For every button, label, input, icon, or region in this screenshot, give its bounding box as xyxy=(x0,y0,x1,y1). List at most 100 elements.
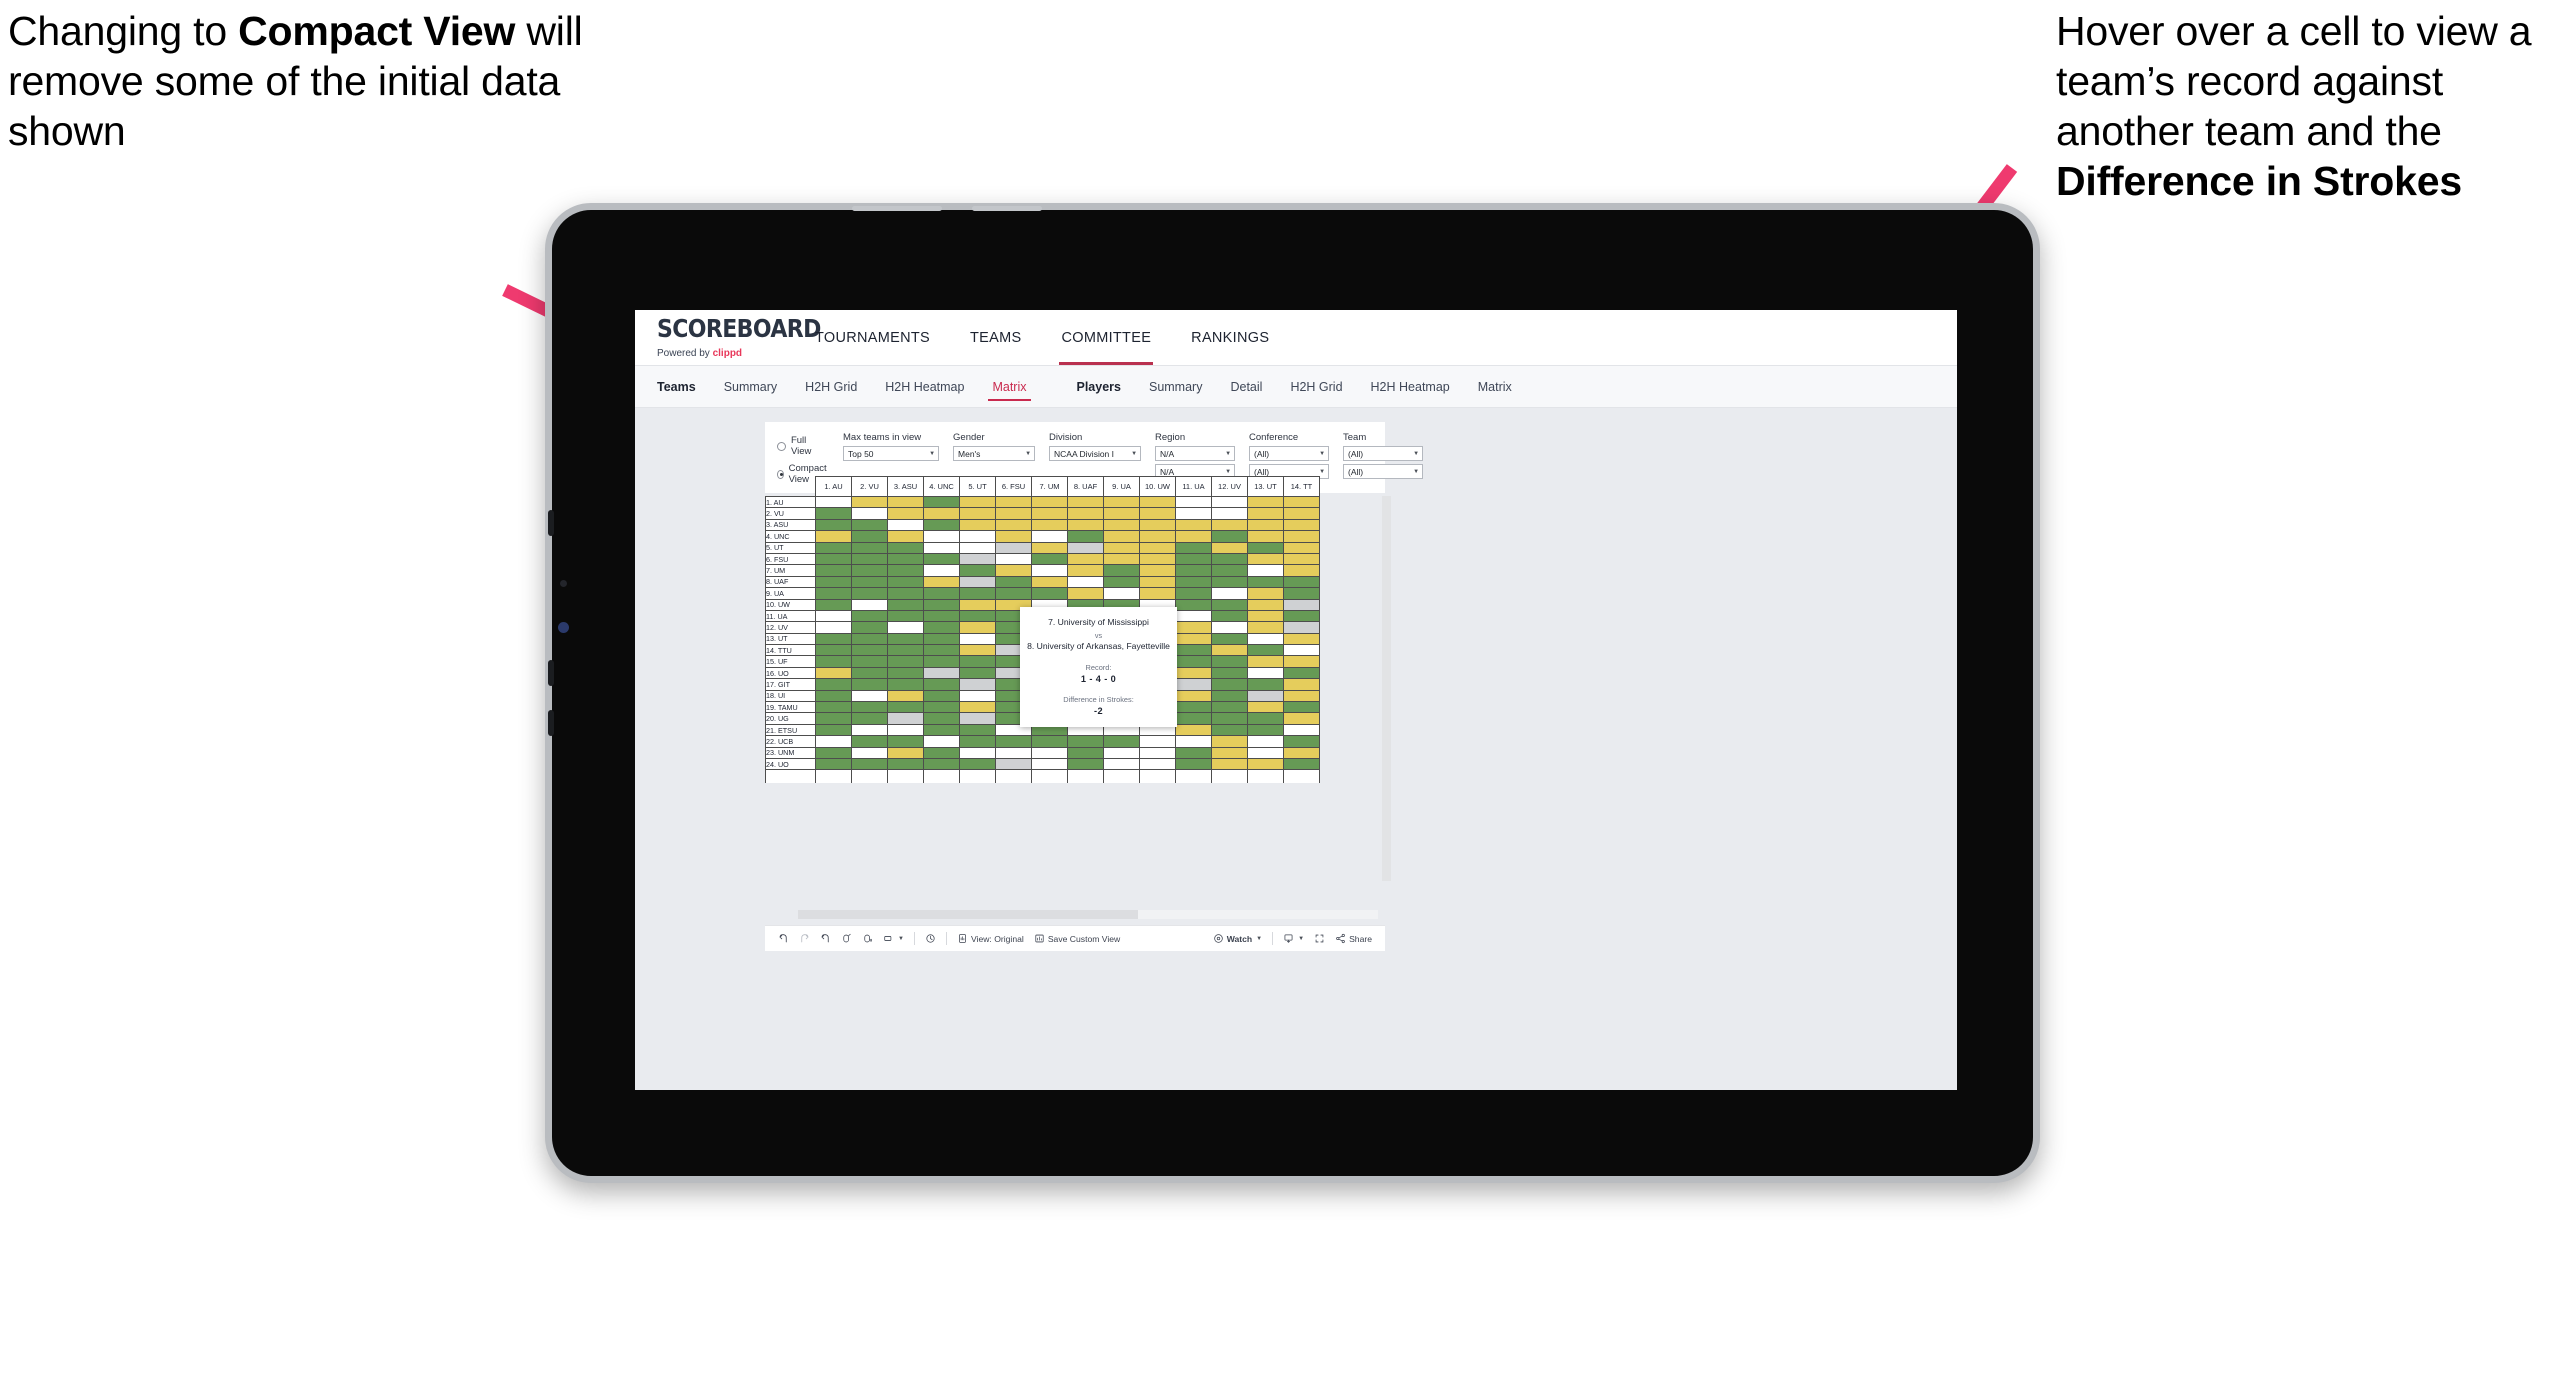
filter-gender-select[interactable]: Men's ▼ xyxy=(953,446,1036,461)
matrix-cell[interactable] xyxy=(1139,735,1176,748)
fullscreen-button[interactable] xyxy=(1309,933,1330,944)
matrix-cell[interactable] xyxy=(851,541,888,554)
matrix-cell[interactable] xyxy=(815,575,852,589)
filter-region-select-1[interactable]: N/A ▼ xyxy=(1155,446,1236,461)
matrix-cell[interactable] xyxy=(851,507,888,520)
matrix-row-header[interactable]: 19. TAMU xyxy=(765,701,816,714)
matrix-cell[interactable] xyxy=(1283,666,1320,680)
matrix-cell[interactable] xyxy=(995,530,1032,543)
matrix-cell[interactable] xyxy=(815,701,852,714)
matrix-cell[interactable] xyxy=(923,495,960,509)
nav-item-tournaments[interactable]: TOURNAMENTS xyxy=(795,310,950,365)
matrix-cell[interactable] xyxy=(1175,530,1212,543)
matrix-cell[interactable] xyxy=(1103,518,1140,532)
matrix-cell[interactable] xyxy=(1247,644,1284,657)
matrix-row-header[interactable]: 15. UF xyxy=(765,655,816,668)
matrix-cell[interactable] xyxy=(1211,746,1248,760)
matrix-cell[interactable] xyxy=(1211,735,1248,748)
matrix-cell[interactable] xyxy=(1283,735,1320,748)
matrix-cell[interactable] xyxy=(1283,632,1320,646)
matrix-row-header[interactable]: 1. AU xyxy=(765,495,816,509)
matrix-cell[interactable] xyxy=(1283,757,1320,771)
matrix-column-header[interactable]: 11. UA xyxy=(1175,476,1212,497)
matrix-cell[interactable] xyxy=(1103,735,1140,748)
matrix-row-header[interactable]: 12. UV xyxy=(765,621,816,634)
matrix-cell[interactable] xyxy=(1067,495,1104,509)
matrix-cell[interactable] xyxy=(1103,575,1140,589)
matrix-cell[interactable] xyxy=(1247,552,1284,566)
matrix-cell[interactable] xyxy=(923,598,960,611)
matrix-cell[interactable] xyxy=(1031,518,1068,532)
matrix-column-header[interactable]: 5. UT xyxy=(959,476,996,497)
matrix-cell[interactable] xyxy=(1247,689,1284,703)
matrix-cell[interactable] xyxy=(1031,587,1068,600)
matrix-cell[interactable] xyxy=(1175,564,1212,577)
filter-max-teams-select[interactable]: Top 50 ▼ xyxy=(843,446,940,461)
matrix-cell[interactable] xyxy=(1103,507,1140,520)
tablet-power-button[interactable] xyxy=(548,710,554,736)
matrix-cell[interactable] xyxy=(851,587,888,600)
matrix-vertical-scrollbar[interactable] xyxy=(1382,496,1391,881)
matrix-column-header[interactable]: 8. UAF xyxy=(1067,476,1104,497)
matrix-cell[interactable] xyxy=(959,701,996,714)
matrix-cell[interactable] xyxy=(1247,655,1284,668)
matrix-cell[interactable] xyxy=(1211,644,1248,657)
matrix-cell[interactable] xyxy=(1103,495,1140,509)
matrix-row-header[interactable]: 22. UCB xyxy=(765,735,816,748)
matrix-row-header[interactable]: 4. UNC xyxy=(765,530,816,543)
matrix-cell[interactable] xyxy=(1247,564,1284,577)
matrix-cell[interactable] xyxy=(1247,530,1284,543)
matrix-cell[interactable] xyxy=(995,541,1032,554)
matrix-cell[interactable] xyxy=(923,655,960,668)
matrix-cell[interactable] xyxy=(851,655,888,668)
matrix-cell[interactable] xyxy=(1031,564,1068,577)
matrix-row-header[interactable]: 17. GIT xyxy=(765,678,816,691)
matrix-cell[interactable] xyxy=(923,564,960,577)
matrix-cell[interactable] xyxy=(1175,746,1212,760)
matrix-cell[interactable] xyxy=(959,757,996,771)
matrix-cell[interactable] xyxy=(1175,587,1212,600)
matrix-cell[interactable] xyxy=(1247,518,1284,532)
matrix-cell[interactable] xyxy=(887,564,924,577)
matrix-cell[interactable] xyxy=(923,757,960,771)
matrix-cell[interactable] xyxy=(995,587,1032,600)
matrix-cell[interactable] xyxy=(1031,757,1068,771)
matrix-cell[interactable] xyxy=(959,518,996,532)
matrix-cell[interactable] xyxy=(815,530,852,543)
matrix-cell[interactable] xyxy=(1139,530,1176,543)
matrix-cell[interactable] xyxy=(1247,666,1284,680)
matrix-cell[interactable] xyxy=(815,757,852,771)
matrix-row-header[interactable]: 21. ETSU xyxy=(765,723,816,737)
matrix-cell[interactable] xyxy=(959,598,996,611)
matrix-cell[interactable] xyxy=(995,575,1032,589)
matrix-cell[interactable] xyxy=(1175,757,1212,771)
matrix-cell[interactable] xyxy=(815,678,852,691)
matrix-cell[interactable] xyxy=(1067,575,1104,589)
tab-teams-h2h-heatmap[interactable]: H2H Heatmap xyxy=(871,366,978,408)
matrix-cell[interactable] xyxy=(1283,621,1320,634)
matrix-cell[interactable] xyxy=(1283,564,1320,577)
matrix-cell[interactable] xyxy=(1211,541,1248,554)
matrix-cell[interactable] xyxy=(995,552,1032,566)
matrix-column-header[interactable]: 13. UT xyxy=(1247,476,1284,497)
matrix-cell[interactable] xyxy=(959,735,996,748)
matrix-cell[interactable] xyxy=(959,632,996,646)
matrix-cell[interactable] xyxy=(887,666,924,680)
tab-players-h2h-heatmap[interactable]: H2H Heatmap xyxy=(1357,366,1464,408)
matrix-cell[interactable] xyxy=(1067,530,1104,543)
matrix-cell[interactable] xyxy=(1139,507,1176,520)
matrix-cell[interactable] xyxy=(1175,712,1212,725)
matrix-cell[interactable] xyxy=(887,723,924,737)
matrix-cell[interactable] xyxy=(1175,632,1212,646)
matrix-cell[interactable] xyxy=(815,587,852,600)
matrix-cell[interactable] xyxy=(1175,609,1212,623)
matrix-cell[interactable] xyxy=(1103,552,1140,566)
matrix-column-header[interactable]: 2. VU xyxy=(851,476,888,497)
matrix-cell[interactable] xyxy=(995,564,1032,577)
matrix-cell[interactable] xyxy=(923,609,960,623)
matrix-cell[interactable] xyxy=(1175,621,1212,634)
matrix-cell[interactable] xyxy=(995,746,1032,760)
matrix-row-header[interactable]: 8. UAF xyxy=(765,575,816,589)
matrix-cell[interactable] xyxy=(1031,552,1068,566)
matrix-cell[interactable] xyxy=(959,621,996,634)
